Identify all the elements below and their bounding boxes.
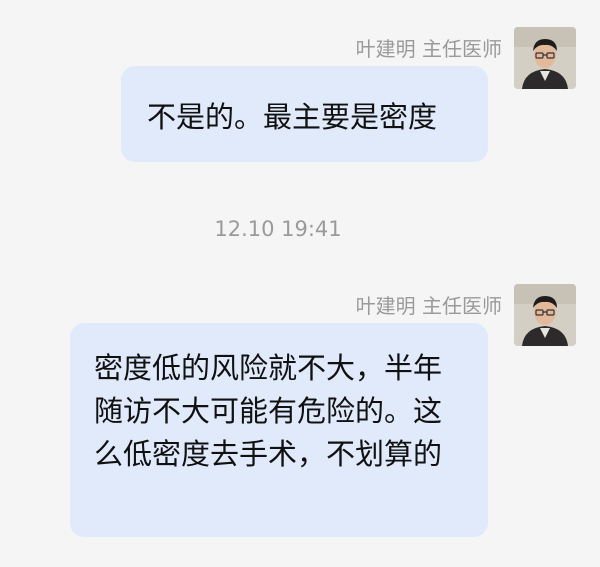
message-bubble[interactable]: 密度低的风险就不大，半年随访不大可能有危险的。这么低密度去手术，不划算的 <box>70 323 488 537</box>
message-text: 密度低的风险就不大，半年随访不大可能有危险的。这么低密度去手术，不划算的 <box>94 351 443 471</box>
avatar-photo-icon <box>514 27 576 89</box>
avatar[interactable] <box>514 284 576 346</box>
message-bubble[interactable]: 不是的。最主要是密度 <box>121 66 488 162</box>
avatar-photo-icon <box>514 284 576 346</box>
message-text: 不是的。最主要是密度 <box>147 100 438 134</box>
sender-name: 叶建明 主任医师 <box>355 294 502 318</box>
timestamp: 12.10 19:41 <box>214 217 342 241</box>
sender-name: 叶建明 主任医师 <box>355 37 502 61</box>
avatar[interactable] <box>514 27 576 89</box>
